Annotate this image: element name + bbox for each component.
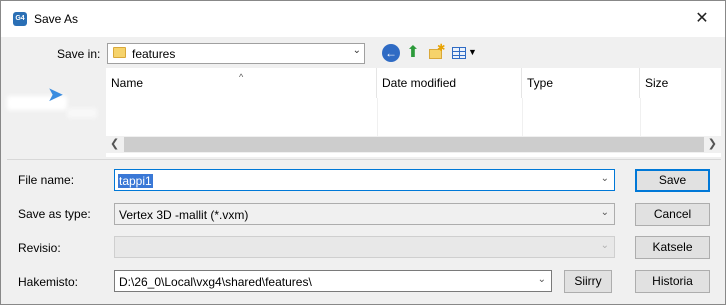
save-as-type-value: Vertex 3D -mallit (*.vxm) [119,208,249,222]
back-icon[interactable]: ← [382,44,400,62]
column-header-date-modified[interactable]: Date modified [377,68,522,98]
chevron-down-icon: ⌄ [600,207,609,218]
save-in-dropdown[interactable]: features ⌄ [107,43,365,64]
save-button[interactable]: Save [635,169,710,192]
siirry-button[interactable]: Siirry [564,270,612,293]
column-header-size[interactable]: Size [640,68,721,98]
file-name-value: tappi1 [118,174,153,188]
scroll-left-icon[interactable]: ❮ [110,137,119,150]
up-folder-icon[interactable]: ⬆ [404,44,422,62]
file-list[interactable]: Name ^ Date modified Type Size ❮ ❯ [106,68,721,157]
divider [7,159,721,160]
scrollbar-thumb[interactable] [124,137,704,152]
katsele-button[interactable]: Katsele [635,236,710,259]
folder-icon [113,47,126,58]
save-as-dialog: G4 Save As ✕ Save in: features ⌄ ← ⬆ ✱ ▼… [0,0,726,305]
hakemisto-value: D:\26_0\Local\vxg4\shared\features\ [119,275,312,289]
horizontal-scrollbar[interactable]: ❮ ❯ [106,136,721,153]
view-menu-icon[interactable]: ▼ [451,44,477,62]
sort-ascending-icon: ^ [239,72,244,82]
title-bar: G4 Save As ✕ [1,1,725,37]
chevron-down-icon[interactable]: ⌄ [538,274,546,285]
revisio-label: Revisio: [18,241,61,255]
save-as-type-label: Save as type: [18,207,91,221]
save-as-type-dropdown[interactable]: Vertex 3D -mallit (*.vxm) ⌄ [114,203,615,225]
hakemisto-label: Hakemisto: [18,275,79,289]
new-folder-icon[interactable]: ✱ [427,43,445,62]
window-title: Save As [34,12,79,26]
close-button[interactable]: ✕ [679,1,725,37]
historia-button[interactable]: Historia [635,270,710,293]
save-in-label: Save in: [57,47,101,61]
column-header-type[interactable]: Type [522,68,640,98]
file-name-label: File name: [18,173,75,187]
revisio-dropdown: ⌄ [114,236,615,258]
chevron-down-icon[interactable]: ⌄ [601,173,609,184]
scroll-right-icon[interactable]: ❯ [708,137,717,150]
desktop-icon[interactable]: ➤ [47,82,64,107]
file-name-field[interactable]: tappi1 ⌄ [114,169,615,191]
save-in-value: features [132,47,176,61]
chevron-down-icon: ⌄ [600,240,609,251]
app-icon: G4 [13,12,27,26]
places-bar: ➤ [7,68,106,158]
hakemisto-dropdown[interactable]: D:\26_0\Local\vxg4\shared\features\ ⌄ [114,270,552,292]
cancel-button[interactable]: Cancel [635,203,710,226]
chevron-down-icon: ⌄ [352,45,361,56]
column-header-name[interactable]: Name ^ [106,68,377,98]
